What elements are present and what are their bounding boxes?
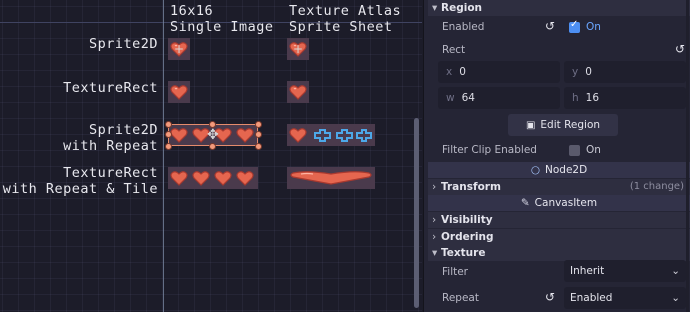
- filter-clip-checkbox[interactable]: [569, 145, 580, 156]
- rect-y-field[interactable]: y0: [564, 61, 686, 83]
- pivot-icon: ✥: [207, 127, 219, 143]
- edit-region-label: Edit Region: [540, 119, 601, 131]
- rect-x-value: 0: [459, 66, 466, 78]
- h-axis-label: h: [572, 92, 579, 104]
- row-label-sprite2d: Sprite2D: [88, 36, 158, 52]
- chevron-right-icon: ›: [432, 181, 437, 193]
- node2d-label: Node2D: [545, 164, 588, 176]
- edit-region-icon: ▣: [525, 120, 536, 131]
- heart-icon: [170, 171, 188, 186]
- transform-section-title: Transform: [441, 181, 501, 193]
- chevron-down-icon: ▾: [432, 2, 438, 14]
- rect-label: Rect: [442, 44, 466, 56]
- heart-icon: [214, 171, 232, 186]
- sprite-repeat-atlas[interactable]: [287, 124, 375, 146]
- texturerect-single[interactable]: [168, 81, 190, 103]
- rect-x-field[interactable]: x0: [438, 61, 560, 83]
- revert-icon[interactable]: ↺: [545, 20, 555, 32]
- rect-h-field[interactable]: h 16: [564, 87, 686, 109]
- chevron-down-icon: ⌄: [671, 265, 680, 277]
- w-axis-label: w: [446, 92, 455, 104]
- pivot-icon: +: [174, 42, 185, 56]
- column-header-atlas: Texture Atlas Sprite Sheet: [289, 3, 402, 35]
- revert-icon[interactable]: ↺: [545, 291, 555, 303]
- pivot-icon: +: [293, 42, 304, 56]
- node2d-band: ○ Node2D: [428, 162, 690, 178]
- texture-section-title: Texture: [441, 247, 486, 259]
- texturerect-tile-single[interactable]: [168, 167, 258, 189]
- region-section-title: Region: [441, 2, 483, 14]
- resize-handle[interactable]: [165, 143, 172, 150]
- transform-change-count: (1 change): [629, 181, 684, 192]
- node2d-icon: ○: [530, 164, 540, 176]
- chevron-right-icon: ›: [432, 231, 437, 243]
- visibility-section-header[interactable]: › Visibility: [428, 212, 690, 228]
- heart-icon: [236, 171, 254, 186]
- region-section-header[interactable]: ▾ Region: [428, 0, 690, 16]
- rect-w-field[interactable]: w 64: [438, 87, 560, 109]
- filter-dropdown[interactable]: Inherit ⌄: [564, 260, 686, 282]
- row-label-texturerect-repeat-tile: TextureRect with Repeat & Tile: [2, 165, 158, 197]
- resize-handle[interactable]: [255, 143, 262, 150]
- stretched-heart-icon: [290, 171, 372, 185]
- resize-handle[interactable]: [255, 131, 262, 138]
- row-label-sprite2d-repeat: Sprite2D with Repeat: [63, 122, 158, 154]
- transform-section-header[interactable]: › Transform (1 change): [428, 179, 690, 195]
- canvasitem-icon: ✎: [520, 197, 530, 209]
- row-label-texturerect: TextureRect: [63, 80, 158, 96]
- canvasitem-band: ✎ CanvasItem: [428, 195, 690, 211]
- ordering-section-title: Ordering: [441, 231, 494, 243]
- resize-handle[interactable]: [255, 121, 262, 128]
- heart-icon: [192, 171, 210, 186]
- inspector-scrollbar[interactable]: [686, 0, 689, 312]
- chevron-right-icon: ›: [432, 214, 437, 226]
- texture-section-header[interactable]: ▾ Texture: [428, 245, 690, 261]
- texturerect-tile-atlas[interactable]: [287, 167, 375, 189]
- rect-h-value: 16: [585, 92, 600, 104]
- viewport-scrollbar[interactable]: [414, 118, 419, 308]
- rect-w-value: 64: [461, 92, 475, 104]
- repeat-label: Repeat: [442, 292, 479, 304]
- filter-clip-value: On: [586, 144, 601, 156]
- heart-icon: [289, 85, 307, 100]
- rect-y-value: 0: [585, 66, 592, 78]
- inspector-panel: ▾Region Enabled ↺ On Rect ↺ x0 y0 w64 h1…: [423, 0, 690, 312]
- revert-icon[interactable]: ↺: [675, 43, 685, 55]
- x-axis-label: x: [446, 66, 453, 78]
- vertical-axis: [163, 0, 164, 312]
- canvasitem-label: CanvasItem: [534, 197, 598, 209]
- filter-clip-label: Filter Clip Enabled: [442, 144, 537, 156]
- repeat-dropdown[interactable]: Enabled ⌄: [564, 287, 686, 309]
- column-header-single-image: 16x16 Single Image: [170, 3, 274, 35]
- resize-handle[interactable]: [165, 131, 172, 138]
- y-axis-label: y: [572, 66, 579, 78]
- atlas-tiles-icon: [289, 128, 372, 143]
- enabled-label: Enabled: [442, 21, 485, 33]
- heart-icon: [170, 85, 188, 100]
- resize-handle[interactable]: [209, 143, 216, 150]
- filter-value: Inherit: [570, 265, 605, 277]
- repeat-value: Enabled: [570, 292, 613, 304]
- enabled-checkbox[interactable]: [569, 19, 580, 33]
- filter-label: Filter: [442, 266, 469, 278]
- visibility-section-title: Visibility: [441, 214, 493, 226]
- ordering-section-header[interactable]: › Ordering: [428, 229, 690, 245]
- enabled-value: On: [586, 21, 601, 33]
- resize-handle[interactable]: [165, 121, 172, 128]
- chevron-down-icon: ▾: [432, 247, 438, 259]
- texturerect-atlas[interactable]: [287, 81, 309, 103]
- edit-region-button[interactable]: ▣ Edit Region: [508, 114, 618, 136]
- canvas-viewport[interactable]: 16x16 Single Image Texture Atlas Sprite …: [0, 0, 422, 312]
- chevron-down-icon: ⌄: [671, 292, 680, 304]
